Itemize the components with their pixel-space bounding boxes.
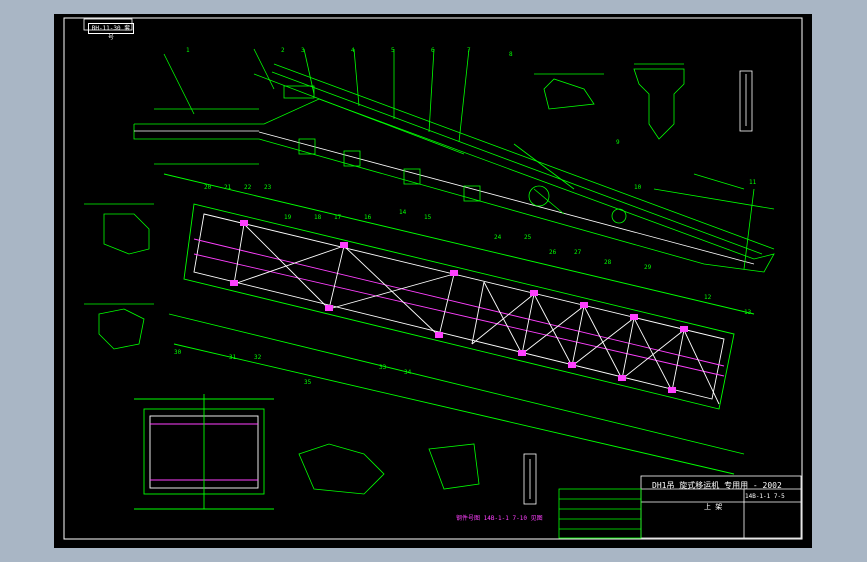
callout-27: 27 [574, 249, 582, 256]
drawing-title: DH1吊 旋式移运机 专用用 - 2002 [652, 481, 782, 490]
callout-21: 21 [224, 184, 232, 191]
callout-labels: 1 2 3 4 5 6 7891011121314151617181920 21 22 2324 2… [174, 47, 757, 386]
callout-6: 6 [431, 47, 435, 54]
cad-viewport[interactable]: 1 2 3 4 5 6 7 8 9 10 11 12 13 14 15 16 17 18 19 20 21 22 23 24 2… [54, 14, 812, 548]
bottom-details [298, 443, 537, 505]
callout-15: 15 [424, 214, 432, 221]
callout-31: 31 [229, 354, 237, 361]
callout-30: 30 [174, 349, 182, 356]
callout-10: 10 [634, 184, 642, 191]
callout-5: 5 [391, 47, 395, 54]
callout-14: 14 [399, 209, 407, 216]
callout-35: 35 [304, 379, 312, 386]
bottom-cross-section [134, 394, 274, 510]
callout-12: 12 [704, 294, 712, 301]
callout-19: 19 [284, 214, 292, 221]
callout-17: 17 [334, 214, 342, 221]
callout-33: 33 [379, 364, 387, 371]
section-views-top [534, 63, 753, 140]
callout-23: 23 [264, 184, 272, 191]
callout-3: 3 [301, 47, 305, 54]
callout-8: 8 [509, 51, 513, 58]
callout-25: 25 [524, 234, 532, 241]
callout-11: 11 [749, 179, 757, 186]
callout-22: 22 [244, 184, 252, 191]
callout-7: 7 [467, 47, 471, 54]
callout-18: 18 [314, 214, 322, 221]
callout-20: 20 [204, 184, 212, 191]
callout-32: 32 [254, 354, 262, 361]
callout-1: 1 [186, 47, 190, 54]
callout-13: 13 [744, 309, 752, 316]
part-name: 上 架 [704, 503, 723, 511]
truss-drawing: 1 2 3 4 5 6 7891011121314151617181920 21 22 2324 2… [63, 17, 803, 540]
callout-34: 34 [404, 369, 412, 376]
callout-24: 24 [494, 234, 502, 241]
callout-16: 16 [364, 214, 372, 221]
drawing-code: 14B-1-1 7-5 [745, 493, 785, 500]
top-elevation [133, 48, 775, 273]
callout-9: 9 [616, 139, 620, 146]
drawing-border [63, 17, 803, 540]
main-truss [163, 173, 755, 475]
callout-28: 28 [604, 259, 612, 266]
callout-26: 26 [549, 249, 557, 256]
callout-4: 4 [351, 47, 355, 54]
frame-tag: BH-11-30 套号 [88, 23, 134, 41]
callout-2: 2 [281, 47, 285, 54]
left-details [84, 203, 154, 350]
reference-note: 钢件号图 14B-1-1 7-10 见图 [456, 515, 543, 522]
callout-29: 29 [644, 264, 652, 271]
